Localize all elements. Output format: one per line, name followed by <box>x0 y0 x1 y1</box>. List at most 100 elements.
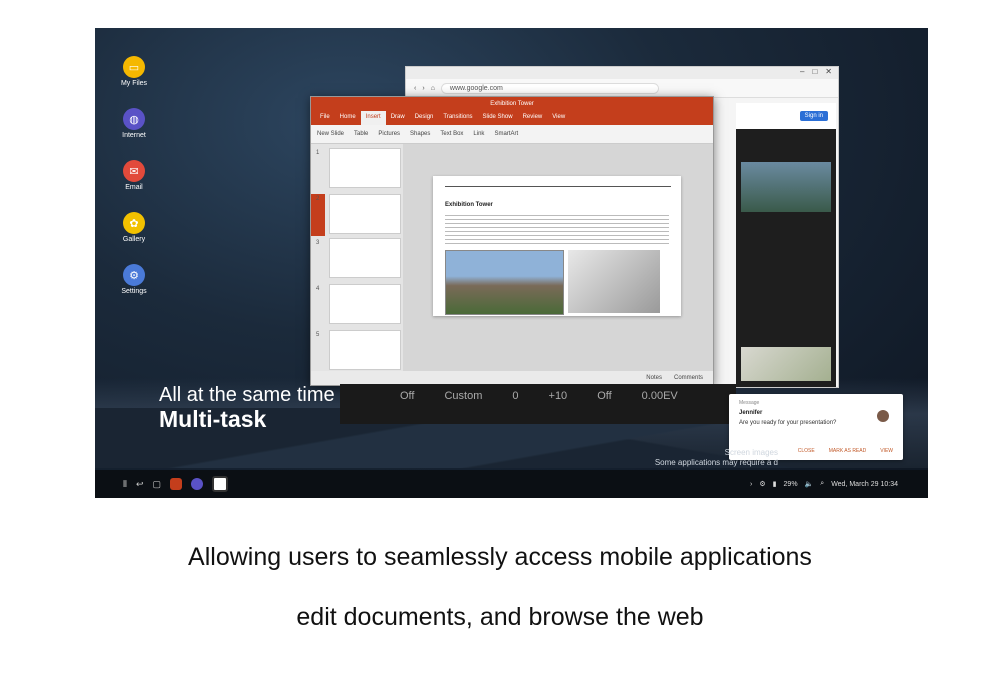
notes-button[interactable]: Notes <box>646 375 662 381</box>
menu-view[interactable]: View <box>547 111 570 125</box>
current-slide[interactable]: Exhibition Tower <box>433 176 681 316</box>
overlay-subtitle: All at the same time <box>159 384 335 406</box>
ppt-titlebar: Exhibition Tower <box>311 97 713 111</box>
table-button[interactable]: Table <box>354 131 368 137</box>
folder-icon: ▭ <box>123 56 145 78</box>
search-icon[interactable]: ⌕ <box>820 480 824 488</box>
new-slide-button[interactable]: New Slide <box>317 131 344 137</box>
slide-body-text <box>445 212 669 246</box>
desktop-icon-label: My Files <box>120 80 148 87</box>
powerpoint-app-icon[interactable] <box>170 478 183 490</box>
interior-image[interactable] <box>568 250 660 313</box>
powerpoint-window[interactable]: Exhibition Tower File Home Insert Draw D… <box>310 96 714 386</box>
desktop-icon-label: Email <box>125 184 143 191</box>
caption-line-1: Allowing users to seamlessly access mobi… <box>188 543 812 571</box>
slide-thumbnails: 1 2 3 4 5 <box>311 144 403 371</box>
pictures-button[interactable]: Pictures <box>378 131 400 137</box>
taskbar: ⦀ ↩ ▢ › ⚙ ▮ 29% 🔈 ⌕ Wed, March 29 10:34 <box>95 470 928 498</box>
thumb-number: 5 <box>316 332 320 338</box>
menu-review[interactable]: Review <box>518 111 548 125</box>
camera-value[interactable]: Custom <box>444 390 482 402</box>
menu-draw[interactable]: Draw <box>386 111 410 125</box>
menu-home[interactable]: Home <box>335 111 361 125</box>
view-button[interactable]: VIEW <box>880 448 893 454</box>
slide-thumbnail[interactable] <box>329 148 401 188</box>
gear-icon: ⚙ <box>123 264 145 286</box>
close-icon[interactable]: ✕ <box>825 67 832 79</box>
mark-as-read-button[interactable]: MARK AS READ <box>829 448 867 454</box>
maximize-icon[interactable]: □ <box>812 67 817 79</box>
ppt-status-bar: Notes Comments <box>311 371 713 385</box>
slide-thumbnail[interactable] <box>329 238 401 278</box>
house-image <box>741 347 831 381</box>
ppt-menu-bar: File Home Insert Draw Design Transitions… <box>311 111 713 125</box>
signal-icon: ▮ <box>772 481 777 488</box>
forward-icon[interactable]: › <box>422 85 424 92</box>
thumb-number: 4 <box>316 286 320 292</box>
disclaimer-line: Screen images <box>724 448 778 457</box>
smartart-button[interactable]: SmartArt <box>494 131 518 137</box>
slide-thumbnail[interactable] <box>329 284 401 324</box>
slide-thumbnail[interactable] <box>329 330 401 370</box>
caption-line-2: edit documents, and browse the web <box>296 603 704 631</box>
desktop-icon-settings[interactable]: ⚙ Settings <box>117 264 151 295</box>
menu-slide-show[interactable]: Slide Show <box>478 111 518 125</box>
camera-value[interactable]: Off <box>400 390 414 402</box>
screen-disclaimer: Screen images Some applications may requ… <box>655 448 778 468</box>
back-icon[interactable]: ‹ <box>414 85 416 92</box>
menu-file[interactable]: File <box>315 111 335 125</box>
desktop-icon-label: Gallery <box>122 236 146 243</box>
globe-icon: ◍ <box>123 108 145 130</box>
slide-canvas[interactable]: Exhibition Tower <box>403 144 713 371</box>
envelope-icon: ✉ <box>123 160 145 182</box>
building-image[interactable] <box>445 250 564 315</box>
menu-insert[interactable]: Insert <box>360 111 386 125</box>
avatar <box>877 410 889 422</box>
desktop-icon-my-files[interactable]: ▭ My Files <box>117 56 151 87</box>
thumb-number: 1 <box>316 150 320 156</box>
desktop-icon-email[interactable]: ✉ Email <box>117 160 151 191</box>
overlay-title: Multi-task <box>159 406 267 432</box>
camera-value[interactable]: Off <box>597 390 611 402</box>
comments-button[interactable]: Comments <box>674 375 703 381</box>
settings-icon[interactable]: ⚙ <box>759 480 765 488</box>
desktop-icon-label: Internet <box>122 132 146 139</box>
desktop-screenshot: ▭ My Files ◍ Internet ✉ Email ✿ Gallery … <box>95 28 928 498</box>
url-field[interactable]: www.google.com <box>440 82 659 94</box>
recent-apps-icon[interactable]: ⦀ <box>123 479 127 490</box>
camera-app-icon[interactable] <box>212 476 229 492</box>
notification-sender: Jennifer <box>739 410 763 416</box>
menu-transitions[interactable]: Transitions <box>438 111 477 125</box>
desktop-icon-gallery[interactable]: ✿ Gallery <box>117 212 151 243</box>
camera-value[interactable]: 0.00EV <box>642 390 678 402</box>
menu-design[interactable]: Design <box>410 111 439 125</box>
disclaimer-line: Some applications may require a d <box>654 458 778 467</box>
desktop-icon-internet[interactable]: ◍ Internet <box>117 108 151 139</box>
thumb-number: 2 <box>316 196 320 202</box>
shapes-button[interactable]: Shapes <box>410 131 430 137</box>
internet-app-icon[interactable] <box>191 478 204 490</box>
link-button[interactable]: Link <box>473 131 484 137</box>
slide-thumbnail[interactable] <box>329 194 401 234</box>
text-box-button[interactable]: Text Box <box>440 131 463 137</box>
camera-value[interactable]: 0 <box>512 390 518 402</box>
pool-image <box>741 162 831 212</box>
notification-message: Are you ready for your presentation? <box>739 420 837 426</box>
home-icon[interactable]: ▢ <box>153 479 162 490</box>
home-icon[interactable]: ⌂ <box>431 85 435 92</box>
minimize-icon[interactable]: – <box>800 67 804 79</box>
sign-in-button[interactable]: Sign in <box>799 111 828 121</box>
camera-settings-strip: Off Custom 0 +10 Off 0.00EV <box>340 384 736 424</box>
volume-icon[interactable]: 🔈 <box>805 480 814 488</box>
slide-rule <box>445 186 671 187</box>
thumb-number: 3 <box>316 240 320 246</box>
expand-icon[interactable]: › <box>750 481 752 488</box>
close-button[interactable]: CLOSE <box>798 448 815 454</box>
desktop-icon-label: Settings <box>121 288 147 295</box>
ppt-ribbon: New Slide Table Pictures Shapes Text Box… <box>311 125 713 144</box>
battery-text: 29% <box>783 480 798 488</box>
camera-value[interactable]: +10 <box>549 390 568 402</box>
back-icon[interactable]: ↩ <box>136 479 144 490</box>
notification-app: Message <box>739 400 760 406</box>
slide-title: Exhibition Tower <box>445 202 493 208</box>
